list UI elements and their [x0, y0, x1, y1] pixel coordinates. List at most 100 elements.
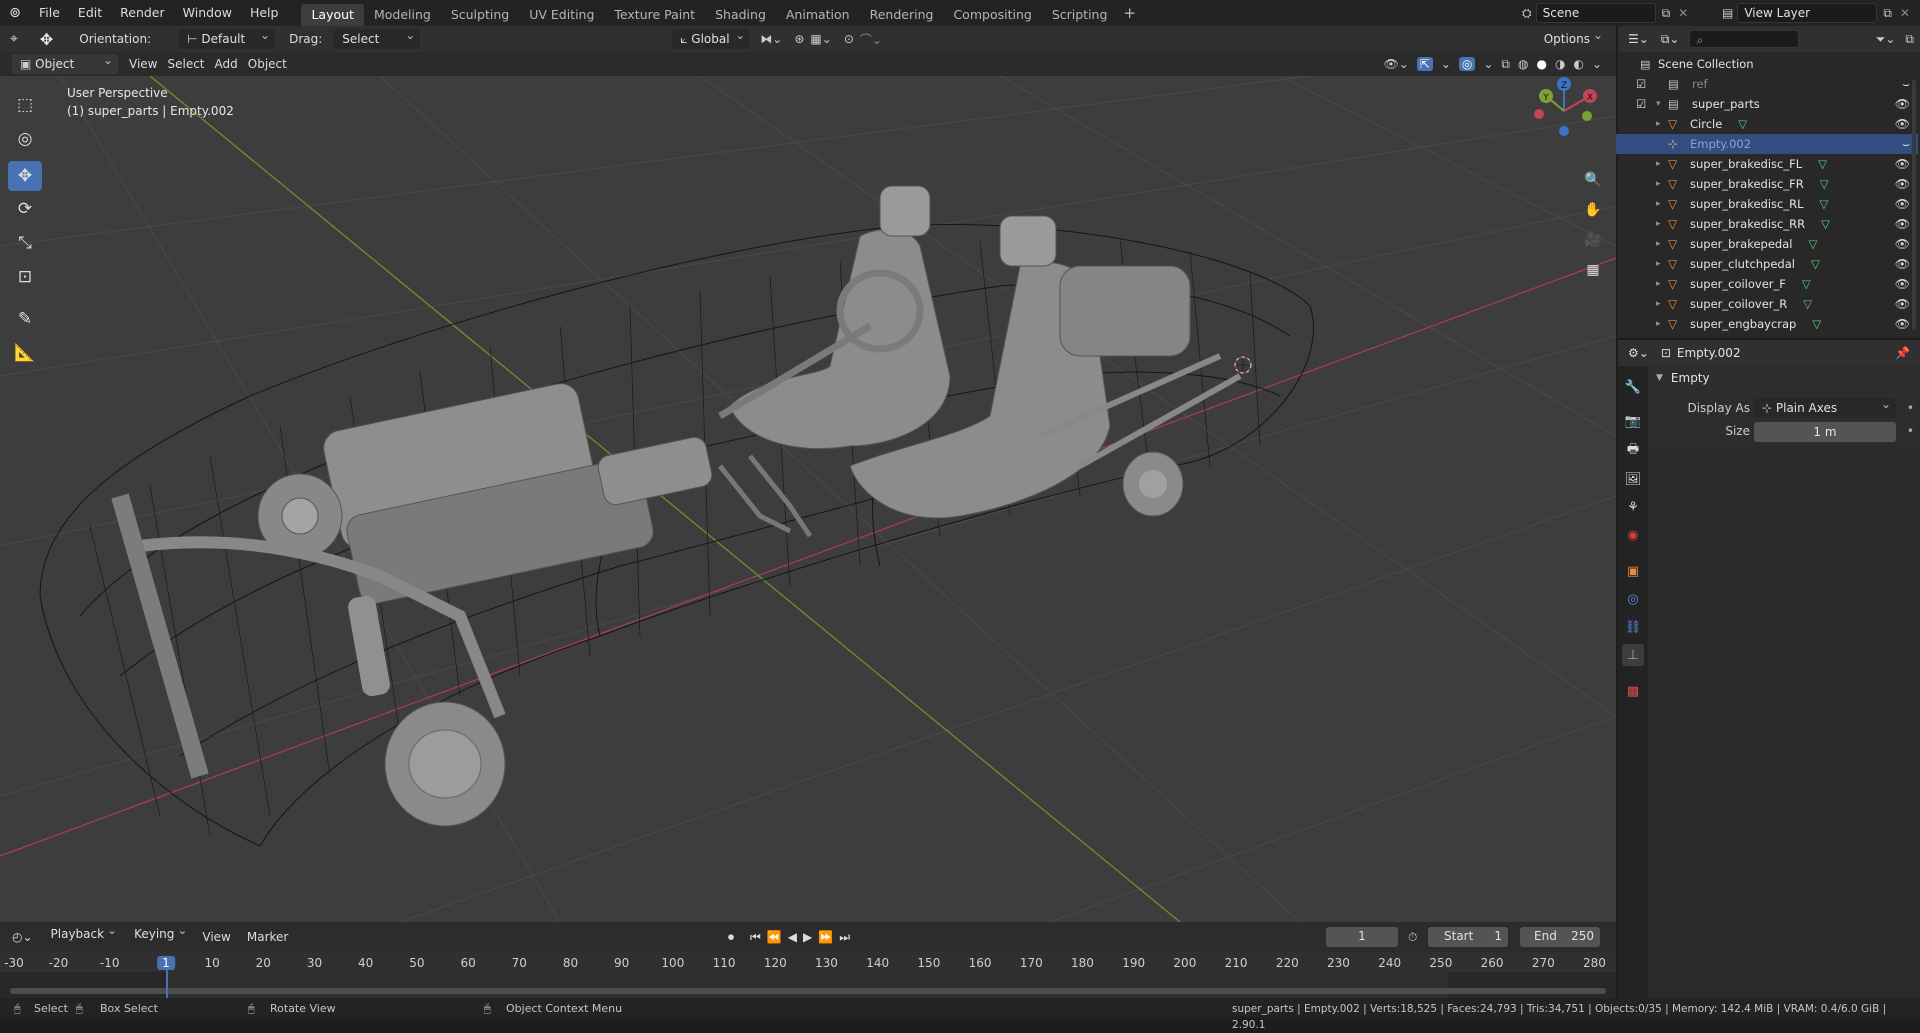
- tab-uv-editing[interactable]: UV Editing: [519, 4, 604, 26]
- measure-tool[interactable]: 📐: [8, 338, 42, 368]
- expand-arrow-icon[interactable]: ▸: [1656, 319, 1668, 329]
- display-as-dropdown[interactable]: ⊹ Plain Axes: [1754, 394, 1896, 418]
- mode-dropdown[interactable]: ▣ Object Mode: [12, 50, 118, 91]
- tab-animation[interactable]: Animation: [776, 4, 860, 26]
- tab-texture-paint[interactable]: Texture Paint: [604, 4, 705, 26]
- outliner-row-super-brakedisc-fr[interactable]: ▸ ▽ super_brakedisc_FR ▽ 👁: [1616, 174, 1918, 194]
- eye-icon[interactable]: 👁: [1895, 257, 1910, 271]
- outliner-row-super-brakedisc-rr[interactable]: ▸ ▽ super_brakedisc_RR ▽ 👁: [1616, 214, 1918, 234]
- constraints-tab[interactable]: ⛓: [1622, 616, 1644, 638]
- overlay-toggle-icon[interactable]: ◎: [1458, 57, 1476, 71]
- outliner-row-super-parts[interactable]: ☑ ▾ ▤ super_parts 👁: [1616, 94, 1918, 114]
- preview-range-icon[interactable]: ⏱: [1408, 930, 1417, 945]
- tab-layout[interactable]: Layout: [301, 4, 364, 26]
- annotate-tool[interactable]: ✎: [8, 304, 42, 334]
- outliner-row-super-brakedisc-rl[interactable]: ▸ ▽ super_brakedisc_RL ▽ 👁: [1616, 194, 1918, 214]
- expand-arrow-icon[interactable]: ▸: [1656, 299, 1668, 309]
- eye-icon[interactable]: 👁: [1895, 197, 1910, 211]
- expand-arrow-icon[interactable]: ▸: [1656, 159, 1668, 169]
- new-view-layer-icon[interactable]: ⧉: [1883, 6, 1892, 21]
- output-tab[interactable]: 🖶: [1622, 440, 1644, 462]
- tab-scripting[interactable]: Scripting: [1042, 4, 1118, 26]
- timeline-scrollbar[interactable]: [10, 988, 1606, 994]
- viewport-menu-object[interactable]: Object: [243, 51, 292, 77]
- navigation-gizmo[interactable]: Z X Y: [1530, 76, 1610, 166]
- eye-icon[interactable]: 👁: [1895, 237, 1910, 251]
- pan-view-button[interactable]: ✋: [1581, 198, 1605, 222]
- eye-icon[interactable]: ⌣: [1902, 77, 1910, 92]
- empty-panel-header[interactable]: ▼ Empty: [1650, 366, 1918, 390]
- eye-icon[interactable]: 👁: [1895, 157, 1910, 171]
- expand-arrow-icon[interactable]: ▸: [1656, 119, 1668, 129]
- outliner-row-super-brakedisc-fl[interactable]: ▸ ▽ super_brakedisc_FL ▽ 👁: [1616, 154, 1918, 174]
- expand-arrow-icon[interactable]: ▾: [1656, 99, 1668, 109]
- xray-icon[interactable]: ⧉: [1501, 57, 1510, 72]
- outliner-row-super-brakepedal[interactable]: ▸ ▽ super_brakepedal ▽ 👁: [1616, 234, 1918, 254]
- expand-arrow-icon[interactable]: ▸: [1656, 179, 1668, 189]
- record-button[interactable]: ⏺: [728, 930, 734, 945]
- outliner-scrollbar[interactable]: [1912, 80, 1916, 330]
- ortho-toggle-button[interactable]: ▦: [1581, 258, 1605, 282]
- jump-start-button[interactable]: ⏮: [750, 930, 761, 945]
- tab-modeling[interactable]: Modeling: [364, 4, 441, 26]
- checkbox-icon[interactable]: ☑: [1636, 97, 1650, 111]
- outliner-root[interactable]: ▤ Scene Collection: [1616, 54, 1918, 74]
- snap-icon[interactable]: ⊛: [794, 32, 804, 46]
- rotate-tool[interactable]: ⟳: [8, 194, 42, 224]
- scene-name-field[interactable]: Scene: [1535, 3, 1656, 23]
- outliner-row-super-coilover-r[interactable]: ▸ ▽ super_coilover_R ▽ 👁: [1616, 294, 1918, 314]
- display-mode-icon[interactable]: ⧉⌄: [1661, 32, 1680, 47]
- viewport-menu-add[interactable]: Add: [210, 51, 243, 77]
- proportional-edit-icon[interactable]: ⊙: [844, 32, 854, 46]
- snap-target-icon[interactable]: ▦⌄: [810, 32, 831, 46]
- end-frame-field[interactable]: End 250: [1520, 927, 1600, 947]
- play-button[interactable]: ▶: [803, 930, 812, 945]
- expand-arrow-icon[interactable]: ▸: [1656, 239, 1668, 249]
- view-layer-selector[interactable]: ▤ View Layer ⧉ ✕: [1722, 3, 1910, 23]
- shading-menu-icon[interactable]: ⌄: [1592, 57, 1602, 71]
- hidden-eye-icon[interactable]: ⌣: [1902, 137, 1910, 152]
- properties-editor-icon[interactable]: ⚙⌄: [1628, 346, 1649, 360]
- transform-tool[interactable]: ⊡: [8, 262, 42, 292]
- render-tab[interactable]: 📷: [1622, 410, 1644, 432]
- zoom-view-button[interactable]: 🔍: [1581, 168, 1605, 192]
- tool-tab[interactable]: 🔧: [1622, 376, 1644, 398]
- outliner-search-input[interactable]: ⌕: [1689, 30, 1800, 48]
- tab-rendering[interactable]: Rendering: [860, 4, 944, 26]
- transform-orientation-dropdown[interactable]: ⟀ Global: [672, 25, 751, 49]
- filter-icon[interactable]: ⏷⌄: [1876, 32, 1896, 47]
- data-tab[interactable]: ⊥: [1622, 644, 1644, 666]
- select-box-tool[interactable]: ⬚: [8, 90, 42, 120]
- gizmo-menu-icon[interactable]: ⌄: [1441, 57, 1451, 71]
- visibility-icon[interactable]: 👁⌄: [1383, 57, 1408, 71]
- editor-type-icon[interactable]: ⌖: [10, 31, 18, 47]
- jump-end-button[interactable]: ⏭: [839, 930, 850, 945]
- object-tab[interactable]: ▣: [1622, 560, 1644, 582]
- blender-logo-icon[interactable]: ⊚: [0, 5, 30, 21]
- new-scene-icon[interactable]: ⧉: [1662, 6, 1671, 21]
- camera-view-button[interactable]: 🎥: [1581, 228, 1605, 252]
- add-workspace-button[interactable]: +: [1117, 4, 1142, 22]
- delete-scene-icon[interactable]: ✕: [1678, 6, 1688, 20]
- outliner-row-super-engbaycrap[interactable]: ▸ ▽ super_engbaycrap ▽ 👁: [1616, 314, 1918, 334]
- playhead-line[interactable]: [166, 968, 168, 998]
- eye-icon[interactable]: 👁: [1895, 217, 1910, 231]
- drag-dropdown[interactable]: Select Box: [334, 25, 421, 66]
- options-dropdown[interactable]: Options: [1535, 25, 1608, 49]
- solid-shading-icon[interactable]: ●: [1536, 57, 1546, 71]
- timeline-menu-view[interactable]: View: [196, 924, 236, 950]
- expand-arrow-icon[interactable]: ▸: [1656, 259, 1668, 269]
- physics-tab[interactable]: ◎: [1622, 588, 1644, 610]
- cursor-tool[interactable]: ◎: [8, 124, 42, 154]
- timeline-menu-marker[interactable]: Marker: [241, 924, 294, 950]
- delete-view-layer-icon[interactable]: ✕: [1900, 6, 1910, 20]
- current-frame-marker[interactable]: 1: [157, 956, 175, 970]
- eye-icon[interactable]: 👁: [1895, 117, 1910, 131]
- outliner-editor-icon[interactable]: ☰⌄: [1628, 32, 1649, 46]
- pivot-icon[interactable]: ⧓⌄: [760, 32, 782, 46]
- eye-icon[interactable]: 👁: [1895, 297, 1910, 311]
- animate-property-dot[interactable]: •: [1907, 401, 1914, 415]
- next-keyframe-button[interactable]: ⏩: [818, 930, 833, 945]
- outliner-row-super-coilover-f[interactable]: ▸ ▽ super_coilover_F ▽ 👁: [1616, 274, 1918, 294]
- menu-file[interactable]: File: [30, 0, 69, 26]
